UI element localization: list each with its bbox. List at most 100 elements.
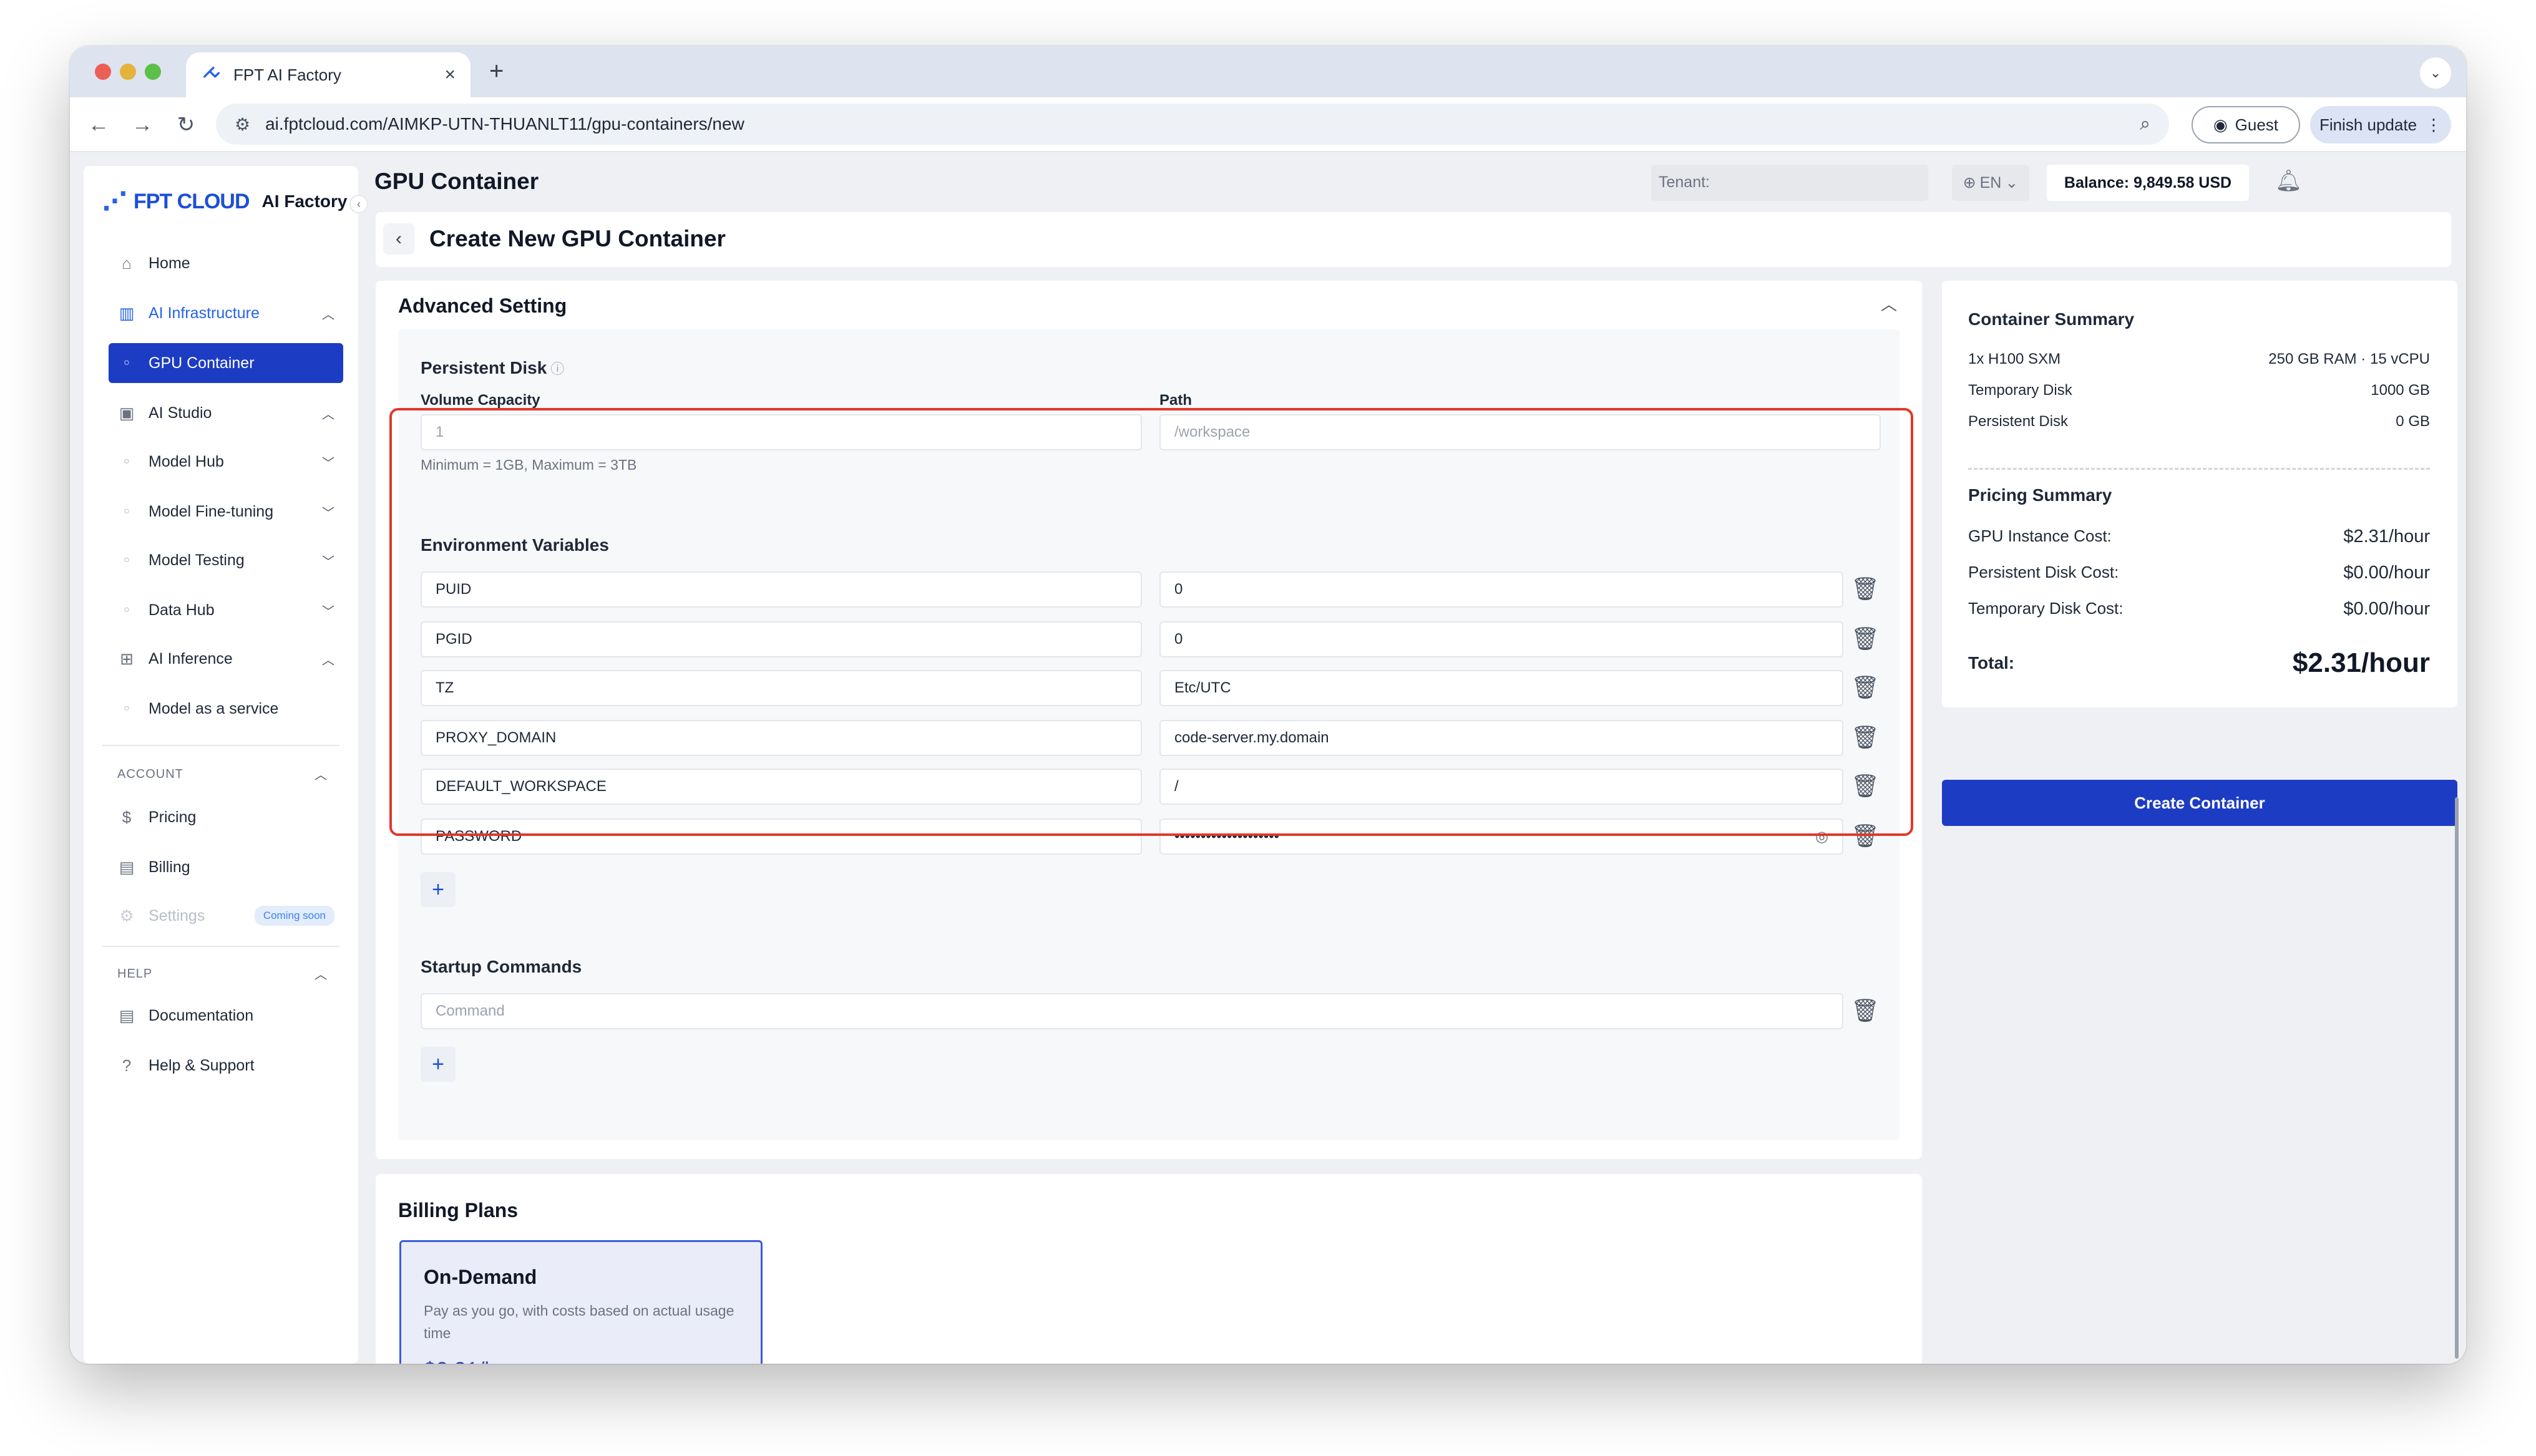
- tab-search-chevron-icon[interactable]: ⌄: [2420, 57, 2451, 89]
- reload-icon[interactable]: ↻: [172, 111, 200, 138]
- language-select[interactable]: ⊕ EN ⌄: [1952, 165, 2029, 201]
- sidebar-item-model-hub[interactable]: ○ Model Hub ﹀: [109, 442, 343, 482]
- sidebar-item-label: AI Infrastructure: [149, 304, 260, 322]
- pricing-summary-title: Pricing Summary: [1968, 485, 2112, 505]
- sidebar-item-ai-studio[interactable]: ▣ AI Studio ︿: [109, 393, 343, 433]
- close-window-button[interactable]: [95, 64, 111, 80]
- summary-persistent-disk-row: Persistent Disk 0 GB: [1968, 413, 2430, 430]
- sidebar-item-help-support[interactable]: ? Help & Support: [109, 1046, 343, 1085]
- gpu-cost-label: GPU Instance Cost:: [1968, 527, 2112, 545]
- total-label: Total:: [1968, 653, 2015, 672]
- page-title: GPU Container: [374, 168, 539, 194]
- zoom-window-button[interactable]: [145, 64, 161, 80]
- back-arrow-icon[interactable]: ←: [85, 111, 112, 138]
- plan-card-on-demand[interactable]: On-Demand Pay as you go, with costs base…: [399, 1240, 763, 1364]
- path-label: Path: [1159, 392, 1192, 409]
- sidebar-item-label: Model as a service: [149, 699, 279, 717]
- sidebar: ⋰ FPT CLOUD AI Factory ‹ ⌂ Home ▥ AI Inf…: [84, 166, 368, 1364]
- sidebar-item-home[interactable]: ⌂ Home: [109, 243, 343, 283]
- browser-toolbar: ← → ↻ ⚙ ai.fptcloud.com/AIMKP-UTN-THUANL…: [70, 97, 2466, 152]
- sidebar-item-label: AI Inference: [149, 649, 233, 667]
- sidebar-item-label: Model Testing: [149, 551, 245, 569]
- summary-divider: [1968, 468, 2430, 470]
- persistent-disk-heading: Persistent Disk ⓘ: [421, 358, 564, 378]
- balance-display: Balance: 9,849.58 USD: [2047, 165, 2249, 201]
- temp-disk-value: 1000 GB: [2371, 382, 2430, 399]
- guest-label: Guest: [2235, 115, 2279, 134]
- document-icon: ▤: [119, 1006, 135, 1025]
- add-env-variable-button[interactable]: +: [421, 872, 456, 907]
- forward-arrow-icon[interactable]: →: [129, 111, 156, 138]
- gpu-cost-value: $2.31/hour: [2343, 527, 2430, 546]
- plan-name: On-Demand: [424, 1266, 537, 1288]
- home-icon: ⌂: [122, 253, 132, 273]
- summary-temp-disk-row: Temporary Disk 1000 GB: [1968, 382, 2430, 399]
- minimize-window-button[interactable]: [120, 64, 136, 80]
- sidebar-item-label: Billing: [149, 858, 190, 876]
- browser-tab[interactable]: FPT AI Factory ×: [186, 52, 471, 97]
- site-settings-icon[interactable]: ⚙: [235, 114, 250, 135]
- chevron-up-icon: ︿: [322, 407, 334, 422]
- gpu-model: 1x H100 SXM: [1968, 351, 2061, 367]
- startup-command-input[interactable]: Command: [421, 993, 1843, 1029]
- finish-update-button[interactable]: Finish update ⋮: [2310, 106, 2451, 143]
- chevron-up-icon[interactable]: ︿: [315, 964, 327, 983]
- sidebar-item-settings: ⚙ Settings Coming soon: [109, 896, 343, 936]
- sidebar-item-billing[interactable]: ▤ Billing: [109, 847, 343, 887]
- chart-icon: ▥: [119, 303, 135, 323]
- collapse-sidebar-chevron-icon[interactable]: ‹: [349, 195, 368, 213]
- persistent-disk-value: 0 GB: [2396, 413, 2430, 430]
- chevron-down-icon: ⌄: [2005, 174, 2019, 192]
- scrollbar[interactable]: [2455, 797, 2459, 1359]
- gear-icon: ⚙: [119, 906, 134, 925]
- fpt-logo-icon: ⋰: [102, 188, 127, 215]
- sidebar-divider: [102, 745, 339, 746]
- collapse-chevron-up-icon[interactable]: ︿: [1881, 292, 1897, 315]
- sidebar-item-label: Help & Support: [149, 1056, 255, 1074]
- profile-icon: ◉: [2213, 115, 2228, 134]
- search-icon[interactable]: ⌕: [2140, 114, 2150, 135]
- sidebar-item-label: Documentation: [149, 1006, 254, 1024]
- logo[interactable]: ⋰ FPT CLOUD AI Factory: [102, 187, 347, 216]
- bullet-icon: ○: [124, 604, 130, 615]
- app-content: ⋰ FPT CLOUD AI Factory ‹ ⌂ Home ▥ AI Inf…: [70, 152, 2466, 1364]
- sidebar-item-model-as-a-service[interactable]: ○ Model as a service: [109, 689, 343, 729]
- bullet-icon: ○: [124, 506, 130, 517]
- pd-cost-label: Persistent Disk Cost:: [1968, 563, 2119, 581]
- gpu-cost-row: GPU Instance Cost: $2.31/hour: [1968, 527, 2430, 547]
- info-icon[interactable]: ⓘ: [550, 361, 564, 377]
- back-chevron-icon[interactable]: ‹: [383, 223, 414, 255]
- advanced-setting-card: Advanced Setting ︿ Persistent Disk ⓘ Volu…: [376, 281, 1922, 1159]
- guest-profile-button[interactable]: ◉ Guest: [2192, 106, 2300, 143]
- chevron-up-icon: ︿: [322, 653, 334, 667]
- new-tab-button[interactable]: +: [489, 57, 504, 85]
- help-icon: ?: [122, 1056, 132, 1075]
- trash-icon[interactable]: 🗑︎: [1851, 996, 1880, 1026]
- create-container-button[interactable]: Create Container: [1942, 780, 2457, 826]
- notification-bell-icon[interactable]: 🔔︎: [2275, 168, 2302, 193]
- sidebar-item-gpu-container[interactable]: ○ GPU Container: [109, 343, 343, 383]
- sidebar-item-model-fine-tuning[interactable]: ○ Model Fine-tuning ﹀: [109, 492, 343, 531]
- tab-close-icon[interactable]: ×: [444, 64, 456, 85]
- sidebar-item-ai-infrastructure[interactable]: ▥ AI Infrastructure ︿: [109, 293, 343, 333]
- url-text[interactable]: ai.fptcloud.com/AIMKP-UTN-THUANLT11/gpu-…: [265, 114, 2125, 134]
- sidebar-item-model-testing[interactable]: ○ Model Testing ﹀: [109, 540, 343, 580]
- more-vertical-icon: ⋮: [2426, 115, 2442, 134]
- invoice-icon: ▤: [119, 857, 135, 876]
- bullet-icon: ○: [124, 703, 130, 714]
- address-bar[interactable]: ⚙ ai.fptcloud.com/AIMKP-UTN-THUANLT11/gp…: [216, 104, 2169, 145]
- sidebar-item-documentation[interactable]: ▤ Documentation: [109, 996, 343, 1036]
- breadcrumb-title: Create New GPU Container: [429, 226, 726, 251]
- sidebar-item-ai-inference[interactable]: ⊞ AI Inference ︿: [109, 639, 343, 679]
- sidebar-item-label: Pricing: [149, 808, 197, 826]
- tenant-select[interactable]: Tenant:: [1651, 165, 1928, 201]
- sidebar-item-label: Model Fine-tuning: [149, 502, 274, 520]
- sidebar-item-data-hub[interactable]: ○ Data Hub ﹀: [109, 590, 343, 630]
- sidebar-item-pricing[interactable]: $ Pricing: [109, 797, 343, 837]
- tab-title: FPT AI Factory: [233, 65, 341, 84]
- total-row: Total: $2.31/hour: [1968, 648, 2430, 679]
- globe-icon: ⊕: [1963, 174, 1976, 192]
- persistent-disk-cost-row: Persistent Disk Cost: $0.00/hour: [1968, 563, 2430, 583]
- add-startup-command-button[interactable]: +: [421, 1047, 456, 1082]
- chevron-up-icon[interactable]: ︿: [315, 765, 327, 783]
